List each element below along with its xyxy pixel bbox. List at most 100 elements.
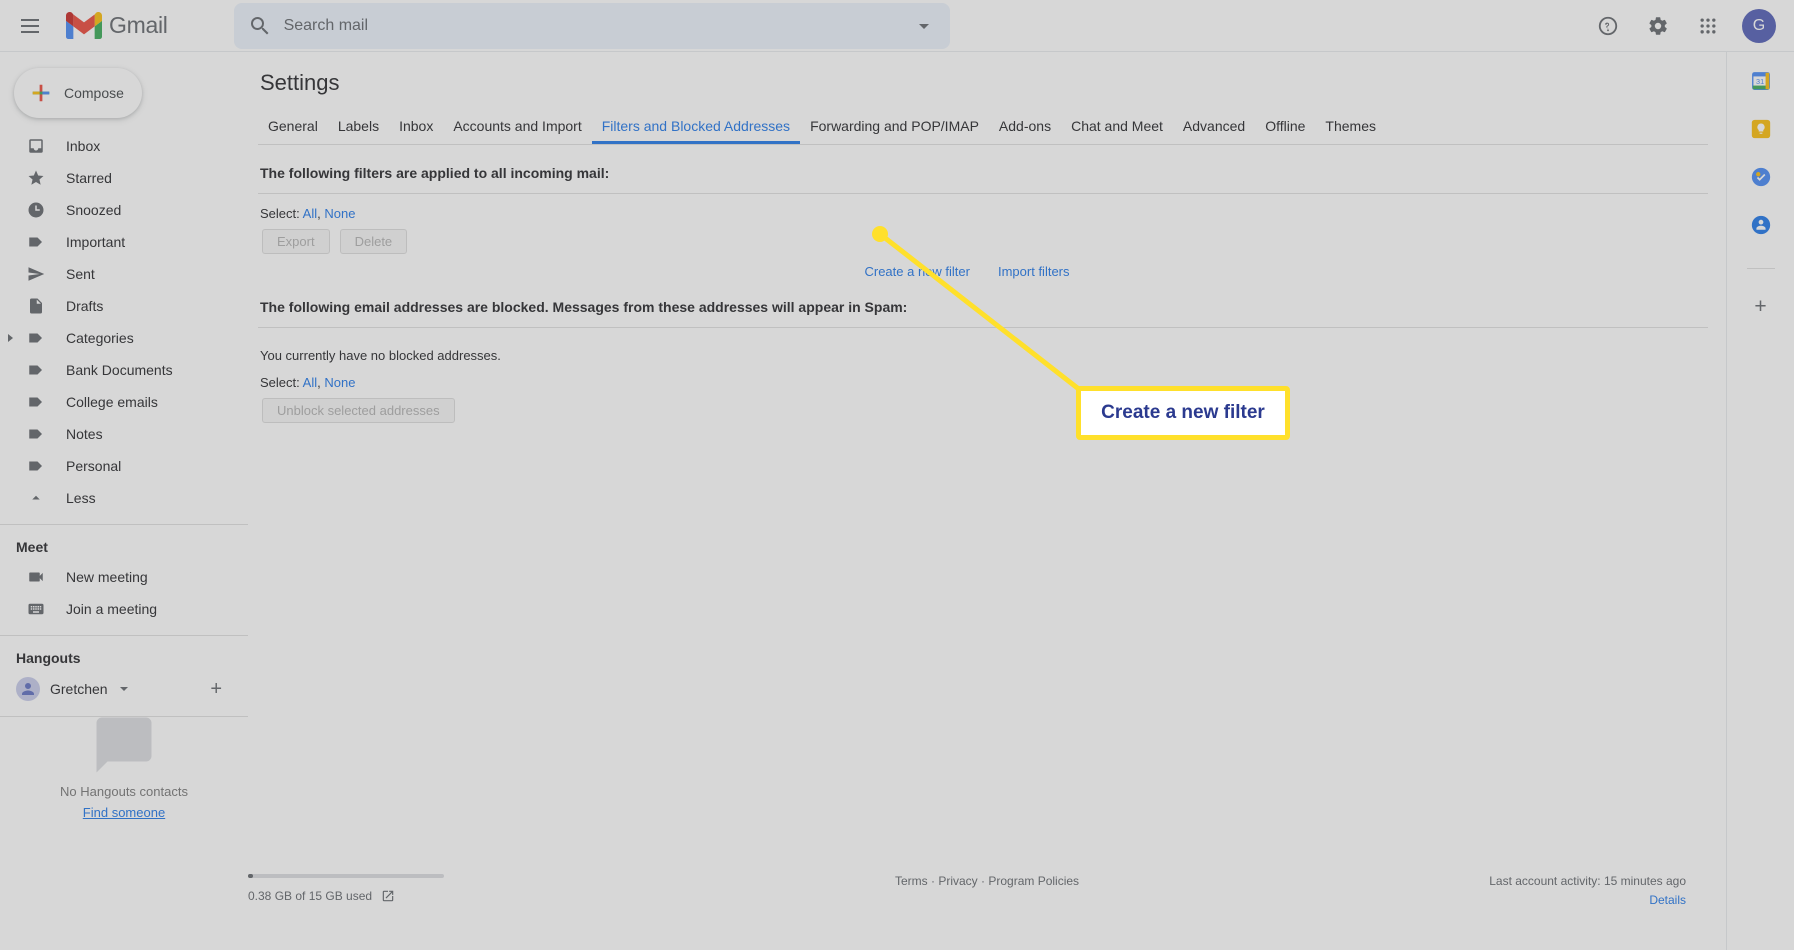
search-bar[interactable] <box>233 2 950 49</box>
select-none-link[interactable]: None <box>324 375 355 390</box>
important-marker-icon <box>26 232 46 252</box>
chevron-down-icon[interactable] <box>119 687 128 691</box>
import-filters-link[interactable]: Import filters <box>998 264 1070 279</box>
label-icon <box>26 360 46 380</box>
gear-icon[interactable] <box>1636 4 1680 48</box>
hangouts-section-title: Hangouts <box>16 650 81 666</box>
select-all-link[interactable]: All <box>303 375 317 390</box>
label-icon <box>26 424 46 444</box>
sidebar-item-label: Categories <box>66 330 134 346</box>
settings-tabs: General Labels Inbox Accounts and Import… <box>258 112 1708 145</box>
sidebar-item-important[interactable]: Important <box>0 226 248 258</box>
avatar[interactable]: G <box>1742 8 1776 43</box>
sidebar-item-inbox[interactable]: Inbox <box>0 130 248 162</box>
blocked-heading: The following email addresses are blocke… <box>260 299 908 315</box>
external-link-icon[interactable] <box>381 889 395 903</box>
svg-text:31: 31 <box>1756 77 1764 86</box>
hangouts-user-name: Gretchen <box>50 681 108 697</box>
select-label: Select: <box>260 206 300 221</box>
tab-accounts-and-import[interactable]: Accounts and Import <box>443 112 591 144</box>
inbox-icon <box>26 136 46 156</box>
terms-link[interactable]: Terms <box>895 874 928 888</box>
hangouts-user-row[interactable]: Gretchen + <box>0 672 248 706</box>
link-separator: · <box>930 874 935 888</box>
apps-grid-icon[interactable] <box>1686 4 1730 48</box>
chevron-right-icon[interactable] <box>8 334 13 342</box>
find-someone-link[interactable]: Find someone <box>83 805 165 820</box>
storage-indicator: 0.38 GB of 15 GB used <box>248 874 568 903</box>
tab-add-ons[interactable]: Add-ons <box>989 112 1061 144</box>
footer-links: Terms · Privacy · Program Policies <box>895 874 1079 888</box>
filters-select-row: Select: All, None <box>260 206 1726 221</box>
plus-icon[interactable]: + <box>1754 295 1766 319</box>
sidebar-nav: Inbox Starred Snoozed Important Sent Dra… <box>0 130 248 514</box>
sidebar-item-starred[interactable]: Starred <box>0 162 248 194</box>
rail-divider <box>1746 268 1775 269</box>
sidebar-item-personal[interactable]: Personal <box>0 450 248 482</box>
details-link[interactable]: Details <box>1489 893 1686 907</box>
sidebar-item-snoozed[interactable]: Snoozed <box>0 194 248 226</box>
blocked-button-row: Unblock selected addresses <box>262 398 1726 423</box>
select-none-link[interactable]: None <box>324 206 355 221</box>
sidebar-item-new-meeting[interactable]: New meeting <box>0 561 248 593</box>
tab-offline[interactable]: Offline <box>1255 112 1315 144</box>
google-keep-icon[interactable] <box>1750 118 1772 140</box>
sidebar-item-join-meeting[interactable]: Join a meeting <box>0 593 248 625</box>
google-calendar-icon[interactable]: 31 <box>1750 70 1772 92</box>
plus-icon <box>32 84 50 102</box>
google-tasks-icon[interactable] <box>1750 166 1772 188</box>
create-new-filter-link[interactable]: Create a new filter <box>864 264 970 279</box>
sidebar-item-label: Notes <box>66 426 103 442</box>
gmail-mark-icon <box>66 12 102 39</box>
chevron-down-icon[interactable] <box>912 14 936 38</box>
program-policies-link[interactable]: Program Policies <box>988 874 1079 888</box>
sidebar-item-label: Less <box>66 490 96 506</box>
search-input[interactable] <box>283 16 912 35</box>
sidebar-item-college-emails[interactable]: College emails <box>0 386 248 418</box>
tab-general[interactable]: General <box>258 112 328 144</box>
hangouts-empty-text: No Hangouts contacts <box>60 784 188 799</box>
page-title: Settings <box>260 70 340 95</box>
clock-icon <box>26 200 46 220</box>
unblock-selected-addresses-button[interactable]: Unblock selected addresses <box>262 398 455 423</box>
tab-advanced[interactable]: Advanced <box>1173 112 1255 144</box>
google-contacts-icon[interactable] <box>1750 214 1772 236</box>
document-icon <box>26 296 46 316</box>
app-header: Gmail Search mail G <box>0 0 1794 52</box>
help-icon[interactable] <box>1586 4 1630 48</box>
hangouts-empty-state: No Hangouts contacts Find someone <box>0 712 248 820</box>
sidebar-item-categories[interactable]: Categories <box>0 322 248 354</box>
sidebar-item-label: Drafts <box>66 298 104 314</box>
sidebar-item-bank-documents[interactable]: Bank Documents <box>0 354 248 386</box>
plus-icon[interactable]: + <box>210 678 222 701</box>
filters-heading: The following filters are applied to all… <box>260 165 610 181</box>
tab-chat-and-meet[interactable]: Chat and Meet <box>1061 112 1173 144</box>
sidebar-item-notes[interactable]: Notes <box>0 418 248 450</box>
tab-filters-and-blocked-addresses[interactable]: Filters and Blocked Addresses <box>592 112 800 144</box>
sidebar-item-label: Bank Documents <box>66 362 173 378</box>
sidebar-item-less[interactable]: Less <box>0 482 248 514</box>
sidebar: Compose Inbox Starred Snoozed Important … <box>0 52 248 950</box>
export-button[interactable]: Export <box>262 229 330 254</box>
gmail-logo[interactable]: Gmail <box>66 12 168 39</box>
tab-labels[interactable]: Labels <box>328 112 389 144</box>
select-label: Select: <box>260 375 300 390</box>
sidebar-item-label: Sent <box>66 266 95 282</box>
star-icon <box>26 168 46 188</box>
select-all-link[interactable]: All <box>303 206 317 221</box>
tab-themes[interactable]: Themes <box>1315 112 1386 144</box>
storage-text-row: 0.38 GB of 15 GB used <box>248 889 568 903</box>
privacy-link[interactable]: Privacy <box>938 874 977 888</box>
footer: 0.38 GB of 15 GB used Terms · Privacy · … <box>248 860 1726 950</box>
meet-section-title: Meet <box>16 539 48 555</box>
compose-button[interactable]: Compose <box>14 68 142 118</box>
tab-inbox[interactable]: Inbox <box>389 112 443 144</box>
gmail-settings-screen: Gmail Search mail G Compose Inbox Starre… <box>0 0 1794 950</box>
video-camera-icon <box>26 567 46 587</box>
avatar <box>16 677 40 701</box>
label-icon <box>26 392 46 412</box>
delete-button[interactable]: Delete <box>339 229 408 254</box>
sidebar-item-drafts[interactable]: Drafts <box>0 290 248 322</box>
hamburger-icon[interactable] <box>6 2 54 50</box>
tab-forwarding-and-pop-imap[interactable]: Forwarding and POP/IMAP <box>800 112 989 144</box>
